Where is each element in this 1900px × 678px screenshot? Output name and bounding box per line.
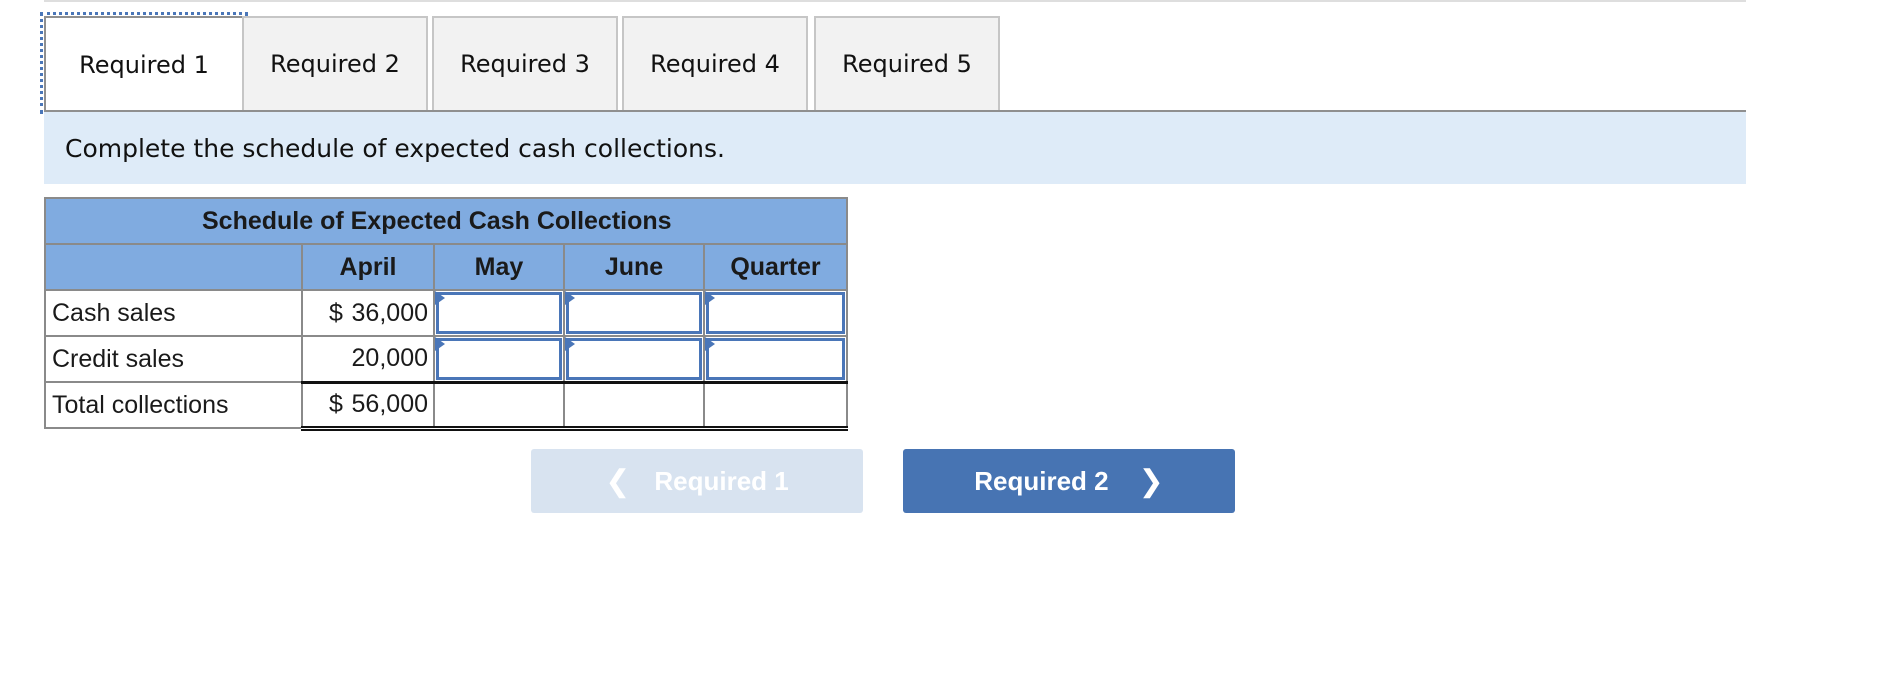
tab-required-1[interactable]: Required 1 xyxy=(40,12,248,114)
table-row-total-collections: Total collections $56,000 xyxy=(44,380,848,431)
schedule-title: Schedule of Expected Cash Collections xyxy=(44,197,848,245)
table-row-cash-sales: Cash sales $36,000 xyxy=(44,289,848,337)
header-quarter: Quarter xyxy=(703,243,848,291)
header-may: May xyxy=(433,243,565,291)
amount: 36,000 xyxy=(351,298,428,327)
instruction-text: Complete the schedule of expected cash c… xyxy=(65,133,725,163)
quarter-cash-sales-input[interactable] xyxy=(709,295,842,331)
june-credit-sales-input-box xyxy=(566,338,702,380)
may-credit-sales-input[interactable] xyxy=(439,341,559,377)
next-required-button[interactable]: Required 2 ❯ xyxy=(903,449,1235,513)
june-cash-sales-input[interactable] xyxy=(569,295,699,331)
june-cell xyxy=(563,335,705,383)
june-total-cell xyxy=(563,380,705,431)
tab-required-4[interactable]: Required 4 xyxy=(622,16,808,110)
tab-label: Required 2 xyxy=(270,50,400,78)
may-cash-sales-input[interactable] xyxy=(439,295,559,331)
may-total-cell xyxy=(433,380,565,431)
amount: 20,000 xyxy=(351,344,428,373)
input-flag-icon xyxy=(435,291,445,305)
june-credit-sales-input[interactable] xyxy=(569,341,699,377)
header-april: April xyxy=(301,243,435,291)
currency-symbol: $ xyxy=(329,298,343,327)
may-cell xyxy=(433,289,565,337)
quarter-cell xyxy=(703,289,848,337)
input-flag-icon xyxy=(435,337,445,351)
april-value: $36,000 xyxy=(301,289,435,337)
tab-required-3[interactable]: Required 3 xyxy=(432,16,618,110)
schedule-title-row: Schedule of Expected Cash Collections xyxy=(44,197,848,245)
input-flag-icon xyxy=(565,337,575,351)
april-value: $56,000 xyxy=(301,380,435,431)
tab-label: Required 1 xyxy=(79,51,209,79)
may-cell xyxy=(433,335,565,383)
header-june: June xyxy=(563,243,705,291)
april-value: 20,000 xyxy=(301,335,435,383)
input-flag-icon xyxy=(705,291,715,305)
tab-label: Required 4 xyxy=(650,50,780,78)
row-label: Total collections xyxy=(44,381,303,429)
instruction-banner: Complete the schedule of expected cash c… xyxy=(44,112,1746,184)
row-label: Credit sales xyxy=(44,335,303,383)
chevron-right-icon: ❯ xyxy=(1138,464,1164,498)
row-label: Cash sales xyxy=(44,289,303,337)
quarter-credit-sales-input-box xyxy=(706,338,845,380)
top-divider xyxy=(44,0,1746,2)
column-header-row: April May June Quarter xyxy=(44,243,848,291)
quarter-credit-sales-input[interactable] xyxy=(709,341,842,377)
amount: 56,000 xyxy=(351,390,428,418)
tab-label: Required 3 xyxy=(460,50,590,78)
quarter-cash-sales-input-box xyxy=(706,292,845,334)
may-credit-sales-input-box xyxy=(436,338,562,380)
tab-bar: Required 1 Required 2 Required 3 Require… xyxy=(40,12,1746,114)
quarter-cell xyxy=(703,335,848,383)
previous-button-label: Required 1 xyxy=(654,465,789,496)
input-flag-icon xyxy=(565,291,575,305)
june-cell xyxy=(563,289,705,337)
input-flag-icon xyxy=(705,337,715,351)
may-cash-sales-input-box xyxy=(436,292,562,334)
june-cash-sales-input-box xyxy=(566,292,702,334)
chevron-left-icon: ❮ xyxy=(605,464,631,498)
tab-label: Required 5 xyxy=(842,50,972,78)
tab-required-5[interactable]: Required 5 xyxy=(814,16,1000,110)
next-button-label: Required 2 xyxy=(974,465,1109,496)
currency-symbol: $ xyxy=(329,390,343,418)
cash-collections-schedule: Schedule of Expected Cash Collections Ap… xyxy=(44,197,848,431)
quarter-total-cell xyxy=(703,380,848,431)
header-blank xyxy=(44,243,303,291)
tab-required-2[interactable]: Required 2 xyxy=(242,16,428,110)
table-row-credit-sales: Credit sales 20,000 xyxy=(44,335,848,383)
previous-required-button[interactable]: ❮ Required 1 xyxy=(531,449,863,513)
